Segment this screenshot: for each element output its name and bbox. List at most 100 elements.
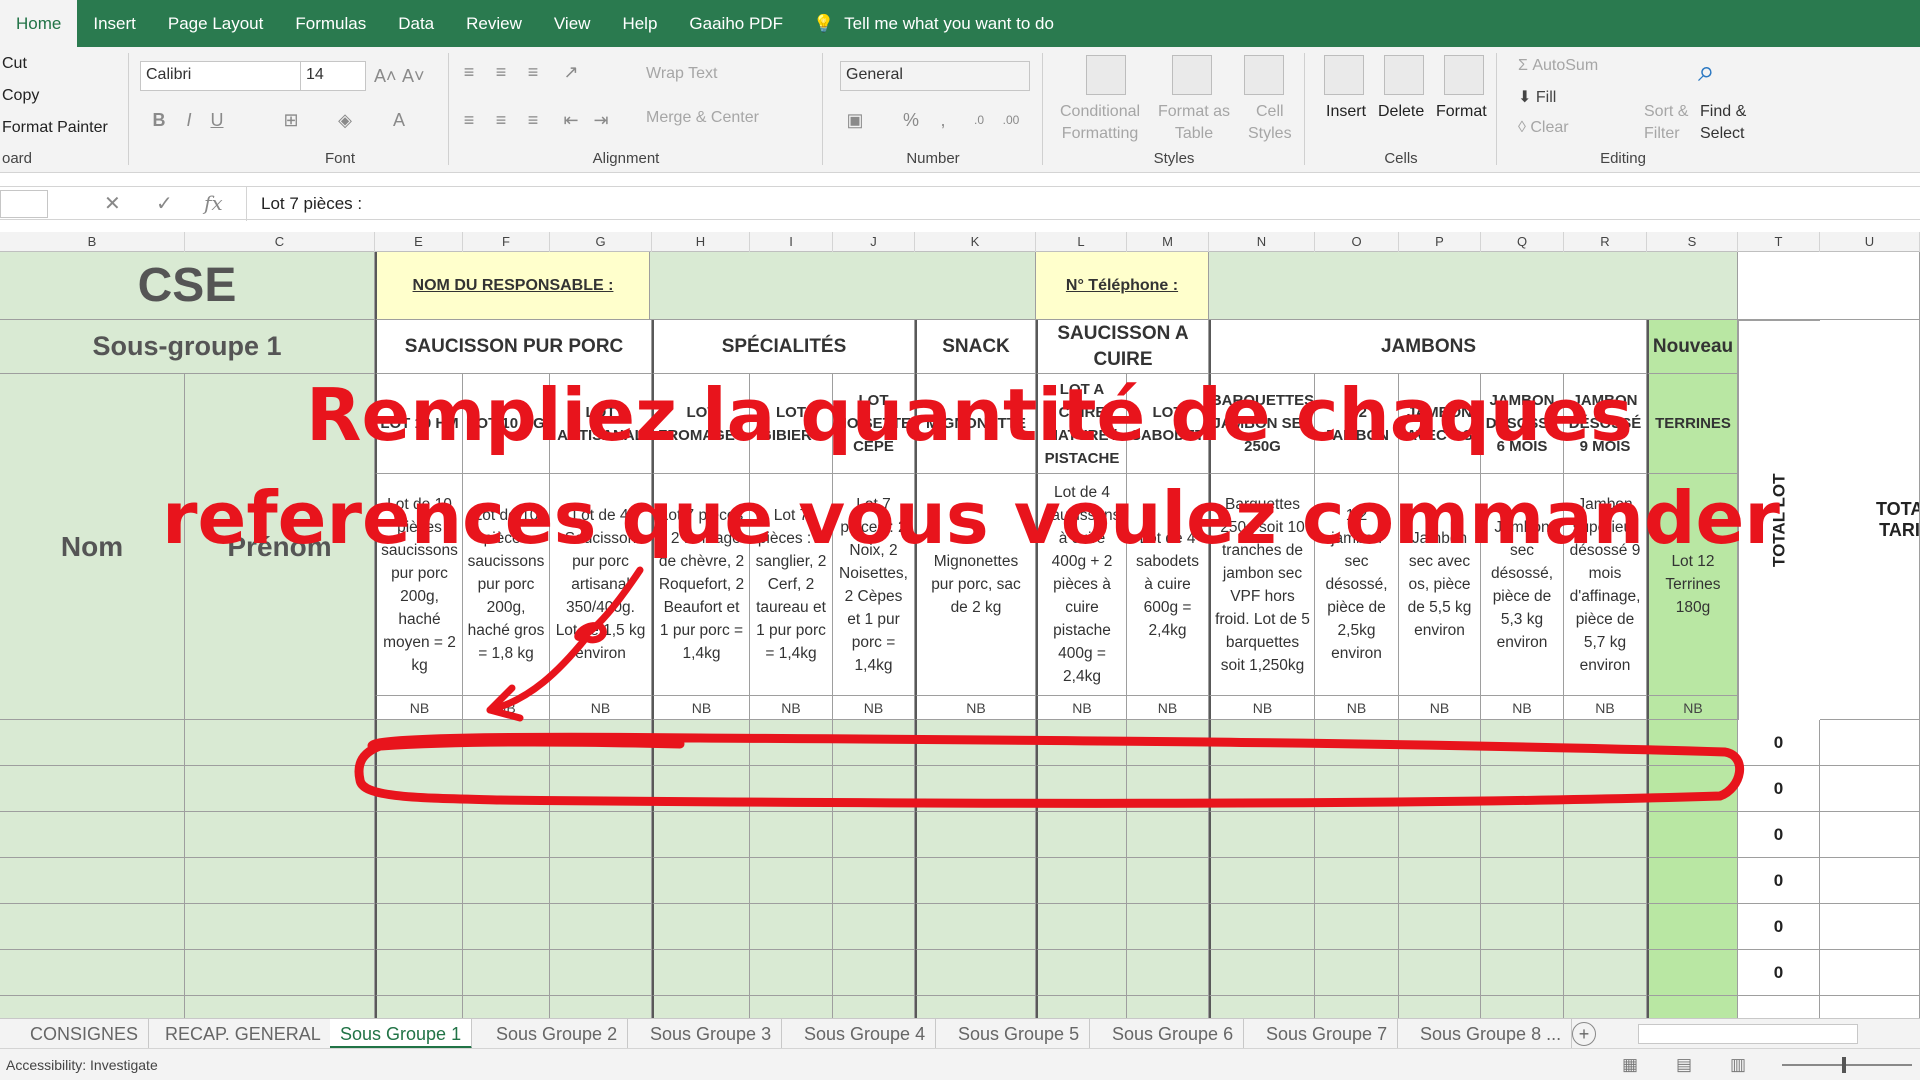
quantity-cell[interactable] — [1036, 720, 1127, 766]
total-tarif-cell[interactable] — [1820, 904, 1920, 950]
quantity-cell[interactable] — [1036, 766, 1127, 812]
quantity-cell[interactable] — [1315, 766, 1399, 812]
quantity-cell[interactable] — [1315, 812, 1399, 858]
column-header[interactable]: K — [915, 232, 1036, 252]
quantity-cell[interactable] — [550, 996, 652, 1018]
tell-me-search[interactable]: 💡 Tell me what you want to do — [799, 14, 1054, 34]
quantity-cell[interactable] — [915, 720, 1036, 766]
format-cells-button[interactable]: Format — [1436, 103, 1487, 121]
quantity-cell[interactable] — [1315, 904, 1399, 950]
quantity-cell[interactable] — [652, 858, 750, 904]
conditional-formatting-button[interactable]: Conditional Formatting — [1060, 101, 1140, 145]
name-box[interactable] — [0, 190, 48, 218]
prenom-cell[interactable] — [185, 904, 375, 950]
quantity-cell[interactable] — [375, 996, 463, 1018]
tab-page-layout[interactable]: Page Layout — [152, 0, 279, 47]
quantity-cell[interactable] — [1647, 858, 1738, 904]
column-header[interactable]: R — [1564, 232, 1647, 252]
tab-insert[interactable]: Insert — [77, 0, 152, 47]
quantity-cell[interactable] — [833, 720, 915, 766]
quantity-cell[interactable] — [463, 766, 550, 812]
prenom-cell[interactable] — [185, 766, 375, 812]
quantity-cell[interactable] — [1036, 904, 1127, 950]
quantity-cell[interactable] — [833, 950, 915, 996]
tab-data[interactable]: Data — [382, 0, 450, 47]
quantity-cell[interactable] — [1647, 720, 1738, 766]
sheet-tab-sous-groupe-4[interactable]: Sous Groupe 4 — [794, 1019, 937, 1049]
quantity-cell[interactable] — [1127, 766, 1209, 812]
quantity-cell[interactable] — [1036, 950, 1127, 996]
quantity-cell[interactable] — [1036, 858, 1127, 904]
cell-styles-button[interactable]: Cell Styles — [1248, 101, 1292, 145]
prenom-cell[interactable] — [185, 812, 375, 858]
insert-function-icon[interactable]: fx — [204, 191, 223, 215]
delete-cells-button[interactable]: Delete — [1378, 103, 1424, 121]
quantity-cell[interactable] — [1647, 766, 1738, 812]
increase-indent-icon[interactable]: ⇥ — [590, 109, 612, 131]
tab-home[interactable]: Home — [0, 0, 78, 47]
quantity-cell[interactable] — [750, 812, 833, 858]
sheet-tab-recap-general[interactable]: RECAP. GENERAL — [155, 1019, 332, 1049]
quantity-cell[interactable] — [1036, 812, 1127, 858]
quantity-cell[interactable] — [652, 950, 750, 996]
quantity-cell[interactable] — [1127, 812, 1209, 858]
sheet-tab-sous-groupe-8[interactable]: Sous Groupe 8 ... — [1410, 1019, 1573, 1049]
percent-icon[interactable]: % — [900, 109, 922, 131]
align-left-icon[interactable]: ≡ — [458, 109, 480, 131]
grow-font-icon[interactable]: A˄ — [374, 65, 397, 87]
font-name-select[interactable]: Calibri — [140, 61, 304, 91]
accessibility-status[interactable]: Accessibility: Investigate — [6, 1057, 158, 1073]
quantity-cell[interactable] — [1564, 904, 1647, 950]
borders-icon[interactable]: ⊞ — [280, 109, 302, 131]
sheet-tab-consignes[interactable]: CONSIGNES — [20, 1019, 150, 1049]
page-layout-view-icon[interactable]: ▤ — [1676, 1055, 1692, 1075]
quantity-cell[interactable] — [550, 766, 652, 812]
quantity-cell[interactable] — [463, 996, 550, 1018]
add-sheet-icon[interactable]: + — [1572, 1022, 1596, 1046]
align-center-icon[interactable]: ≡ — [490, 109, 512, 131]
quantity-cell[interactable] — [1209, 720, 1315, 766]
quantity-cell[interactable] — [915, 904, 1036, 950]
nom-cell[interactable] — [0, 720, 185, 766]
quantity-cell[interactable] — [1209, 766, 1315, 812]
column-header[interactable]: O — [1315, 232, 1399, 252]
quantity-cell[interactable] — [915, 766, 1036, 812]
quantity-cell[interactable] — [1481, 996, 1564, 1018]
column-header[interactable]: L — [1036, 232, 1127, 252]
quantity-cell[interactable] — [1481, 950, 1564, 996]
column-header[interactable]: S — [1647, 232, 1738, 252]
sheet-tab-sous-groupe-2[interactable]: Sous Groupe 2 — [486, 1019, 629, 1049]
quantity-cell[interactable] — [1647, 996, 1738, 1018]
nom-cell[interactable] — [0, 766, 185, 812]
sheet-tab-sous-groupe-5[interactable]: Sous Groupe 5 — [948, 1019, 1091, 1049]
copy-button[interactable]: Copy — [2, 87, 39, 105]
tab-view[interactable]: View — [538, 0, 607, 47]
quantity-cell[interactable] — [375, 720, 463, 766]
merge-center-button[interactable]: Merge & Center — [646, 109, 759, 127]
quantity-cell[interactable] — [1481, 904, 1564, 950]
column-header[interactable]: J — [833, 232, 915, 252]
total-tarif-cell[interactable] — [1820, 720, 1920, 766]
quantity-cell[interactable] — [750, 904, 833, 950]
column-header[interactable]: M — [1127, 232, 1209, 252]
quantity-cell[interactable] — [1209, 950, 1315, 996]
insert-cells-button[interactable]: Insert — [1326, 103, 1366, 121]
quantity-cell[interactable] — [1647, 950, 1738, 996]
font-size-select[interactable]: 14 — [300, 61, 366, 91]
total-lot-cell[interactable]: 0 — [1738, 904, 1820, 950]
quantity-cell[interactable] — [550, 950, 652, 996]
quantity-cell[interactable] — [1399, 904, 1481, 950]
quantity-cell[interactable] — [1564, 812, 1647, 858]
quantity-cell[interactable] — [750, 996, 833, 1018]
column-header[interactable]: E — [375, 232, 463, 252]
quantity-cell[interactable] — [550, 720, 652, 766]
quantity-cell[interactable] — [652, 904, 750, 950]
bold-icon[interactable]: B — [148, 109, 170, 131]
number-format-select[interactable]: General — [840, 61, 1030, 91]
quantity-cell[interactable] — [375, 858, 463, 904]
prenom-cell[interactable] — [185, 720, 375, 766]
sheet-tab-sous-groupe-7[interactable]: Sous Groupe 7 — [1256, 1019, 1399, 1049]
quantity-cell[interactable] — [1315, 996, 1399, 1018]
quantity-cell[interactable] — [1564, 950, 1647, 996]
quantity-cell[interactable] — [463, 904, 550, 950]
